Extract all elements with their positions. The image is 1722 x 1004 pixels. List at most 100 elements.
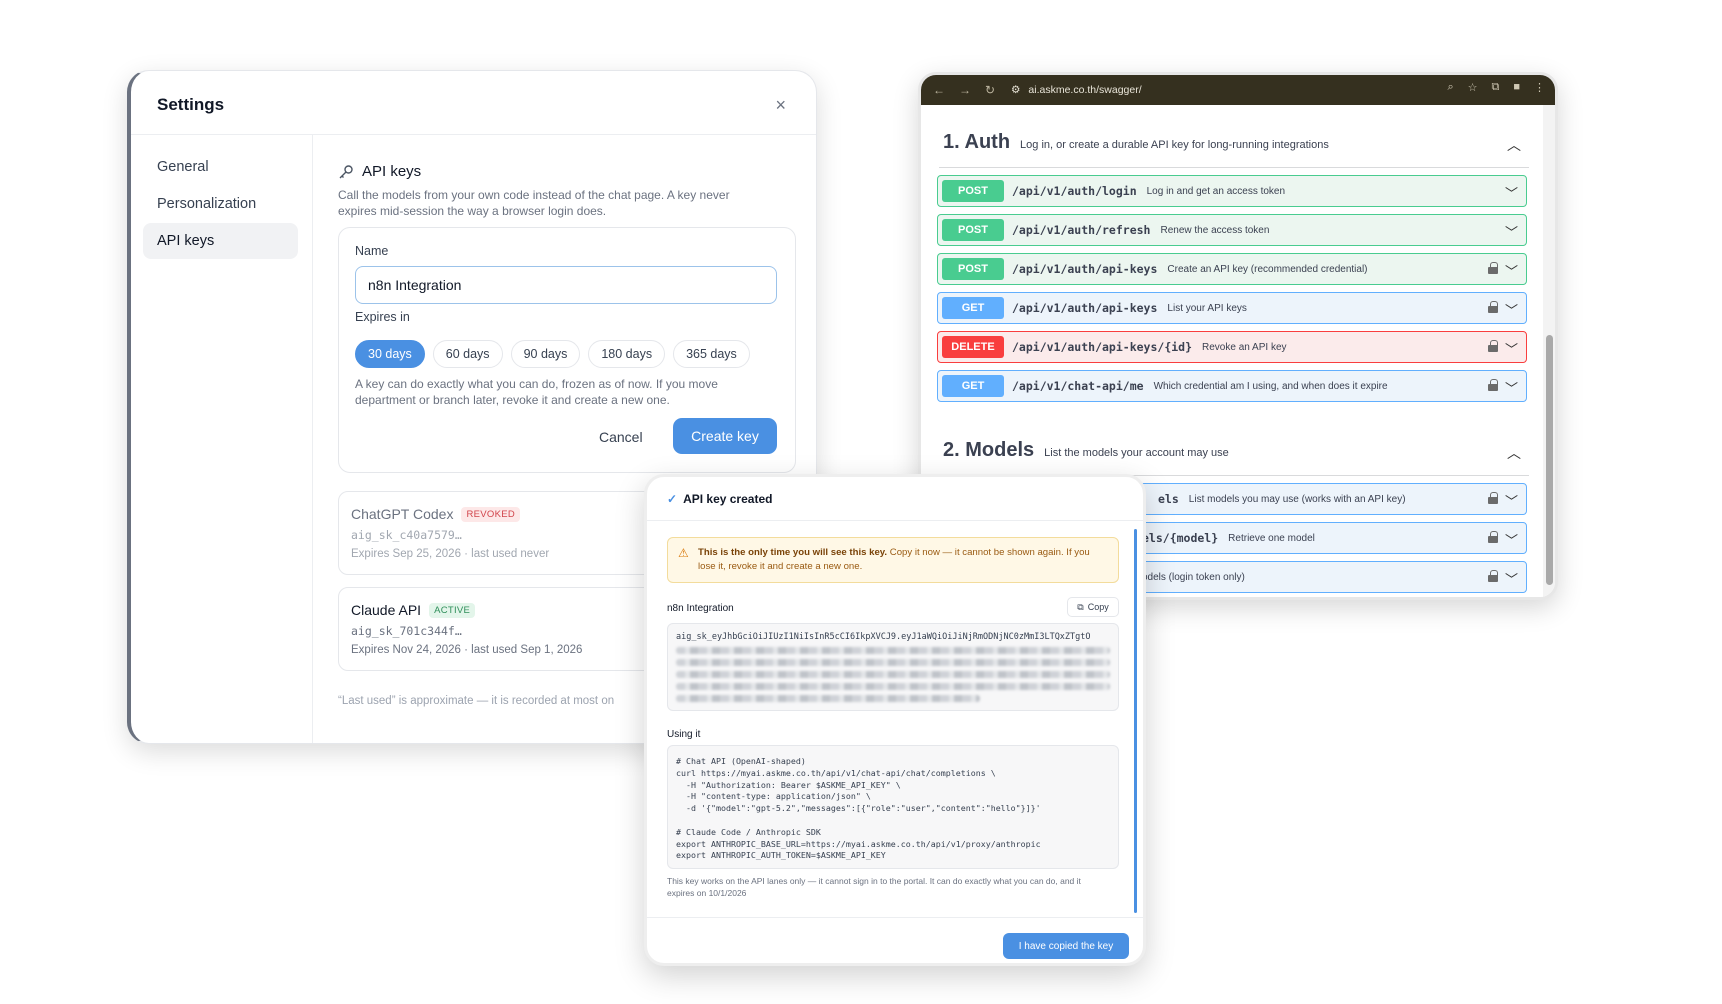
operation-get-api-keys[interactable]: GET /api/v1/auth/api-keys List your API … <box>937 292 1527 324</box>
lock-icon[interactable] <box>1488 492 1498 504</box>
section-title-text: API keys <box>362 163 422 180</box>
lock-icon[interactable] <box>1488 570 1498 582</box>
scrollbar[interactable] <box>1543 105 1555 597</box>
group-divider <box>939 167 1529 168</box>
chevron-down-icon[interactable]: ﹀ <box>1505 300 1518 319</box>
warning-icon: ⚠ <box>678 546 689 560</box>
name-input[interactable] <box>355 266 777 304</box>
modal-title: ✓ API key created <box>667 492 772 506</box>
warning-bold: This is the only time you will see this … <box>698 547 888 558</box>
api-key-created-modal: ✓ API key created ⚠ This is the only tim… <box>644 474 1146 966</box>
operation-delete-api-key[interactable]: DELETE /api/v1/auth/api-keys/{id} Revoke… <box>937 331 1527 363</box>
scrollbar-thumb[interactable] <box>1546 335 1553 585</box>
expires-60-days[interactable]: 60 days <box>432 340 503 368</box>
chevron-down-icon[interactable]: ﹀ <box>1505 569 1518 588</box>
operation-summary: Revoke an API key <box>1202 341 1287 353</box>
copy-button[interactable]: ⧉ Copy <box>1067 597 1119 617</box>
code-line: curl https://myai.askme.co.th/api/v1/cha… <box>676 767 996 778</box>
operation-path: /api/v1/auth/refresh <box>1012 223 1151 237</box>
lock-icon[interactable] <box>1488 340 1498 352</box>
forward-icon[interactable]: → <box>959 83 971 97</box>
operation-path: /api/v1/auth/login <box>1012 184 1137 198</box>
chevron-up-icon[interactable]: ︿ <box>1507 443 1521 463</box>
operation-summary: odels (login token only) <box>1142 571 1245 583</box>
zoom-icon[interactable]: ⌕ <box>1447 81 1453 94</box>
operation-path: /api/v1/chat-api/me <box>1012 379 1144 393</box>
code-line: -d '{"model":"gpt-5.2","messages":[{"rol… <box>676 803 1041 814</box>
group-models-header[interactable]: 2. Models List the models your account m… <box>943 439 1229 462</box>
profile-icon[interactable]: ■ <box>1513 81 1520 94</box>
address-bar[interactable]: ⚙ ai.askme.co.th/swagger/ <box>1011 80 1441 100</box>
group-auth-header[interactable]: 1. Auth Log in, or create a durable API … <box>943 131 1329 154</box>
expires-180-days[interactable]: 180 days <box>588 340 666 368</box>
nav-item-api-keys[interactable]: API keys <box>143 223 298 259</box>
code-line: -H "Authorization: Bearer $ASKME_API_KEY… <box>676 779 901 790</box>
key-name: ChatGPT Codex <box>351 506 454 522</box>
bookmark-star-icon[interactable]: ☆ <box>1468 81 1478 94</box>
operation-post-login[interactable]: POST /api/v1/auth/login Log in and get a… <box>937 175 1527 207</box>
expires-90-days[interactable]: 90 days <box>510 340 581 368</box>
expires-30-days[interactable]: 30 days <box>355 340 425 368</box>
code-line: export ANTHROPIC_AUTH_TOKEN=$ASKME_API_K… <box>676 850 886 861</box>
key-name: Claude API <box>351 602 422 618</box>
lock-icon[interactable] <box>1488 379 1498 391</box>
redacted-line <box>676 695 980 702</box>
redacted-line <box>676 671 1110 678</box>
modal-header: ✓ API key created <box>647 477 1143 521</box>
create-key-button[interactable]: Create key <box>673 418 777 454</box>
name-label: Name <box>355 244 389 258</box>
extensions-icon[interactable]: ⧉ <box>1491 81 1499 94</box>
redacted-line <box>676 659 1110 666</box>
operation-summary: Renew the access token <box>1160 224 1270 236</box>
operation-post-api-keys[interactable]: POST /api/v1/auth/api-keys Create an API… <box>937 253 1527 285</box>
modal-title-text: API key created <box>683 492 773 506</box>
lock-icon[interactable] <box>1488 301 1498 313</box>
redacted-line <box>676 647 1110 654</box>
menu-icon[interactable]: ⋮ <box>1534 81 1545 94</box>
operation-summary: Which credential am I using, and when do… <box>1153 380 1388 392</box>
status-badge: REVOKED <box>461 506 521 522</box>
back-icon[interactable]: ← <box>933 83 945 97</box>
code-line: # Claude Code / Anthropic SDK <box>676 826 821 837</box>
nav-item-general[interactable]: General <box>143 149 298 185</box>
key-icon <box>339 164 353 178</box>
chevron-down-icon[interactable]: ﹀ <box>1505 530 1518 549</box>
method-badge: POST <box>942 180 1004 202</box>
using-it-label: Using it <box>667 729 701 740</box>
lock-icon[interactable] <box>1488 531 1498 543</box>
chevron-down-icon[interactable]: ﹀ <box>1505 491 1518 510</box>
chevron-down-icon[interactable]: ﹀ <box>1505 378 1518 397</box>
copied-key-button[interactable]: I have copied the key <box>1003 933 1129 959</box>
close-icon[interactable]: × <box>775 95 786 116</box>
chevron-down-icon[interactable]: ﹀ <box>1505 339 1518 358</box>
method-badge: GET <box>942 375 1004 397</box>
chevron-down-icon[interactable]: ﹀ <box>1505 183 1518 202</box>
key-label: n8n Integration <box>667 603 734 614</box>
modal-scrollbar[interactable] <box>1134 529 1137 913</box>
chevron-down-icon[interactable]: ﹀ <box>1505 222 1518 241</box>
expires-note: A key can do exactly what you can do, fr… <box>355 377 718 407</box>
cancel-button[interactable]: Cancel <box>589 420 653 454</box>
nav-item-personalization[interactable]: Personalization <box>143 186 298 222</box>
reload-icon[interactable]: ↻ <box>985 83 995 97</box>
lock-icon[interactable] <box>1488 262 1498 274</box>
method-badge: POST <box>942 219 1004 241</box>
operation-summary: Log in and get an access token <box>1146 185 1286 197</box>
chevron-down-icon[interactable]: ﹀ <box>1505 261 1518 280</box>
operation-summary: List models you may use (works with an A… <box>1188 493 1406 505</box>
expires-365-days[interactable]: 365 days <box>673 340 750 368</box>
fine-print: This key works on the API lanes only — i… <box>667 876 1081 898</box>
chevron-up-icon[interactable]: ︿ <box>1507 135 1521 155</box>
api-key-first-line: aig_sk_eyJhbGciOiJIUzI1NiIsInR5cCI6IkpXV… <box>676 632 1091 642</box>
site-info-icon[interactable]: ⚙ <box>1011 84 1020 96</box>
operation-post-refresh[interactable]: POST /api/v1/auth/refresh Renew the acce… <box>937 214 1527 246</box>
usage-code-block[interactable]: # Chat API (OpenAI-shaped) curl https://… <box>667 745 1119 869</box>
expires-options: 30 days 60 days 90 days 180 days 365 day… <box>355 340 750 368</box>
redacted-line <box>676 683 1110 690</box>
operation-get-chat-api-me[interactable]: GET /api/v1/chat-api/me Which credential… <box>937 370 1527 402</box>
method-badge: DELETE <box>942 336 1004 358</box>
code-line: -H "content-type: application/json" \ <box>676 791 871 802</box>
operation-summary: Retrieve one model <box>1228 532 1315 544</box>
api-key-value[interactable]: aig_sk_eyJhbGciOiJIUzI1NiIsInR5cCI6IkpXV… <box>667 623 1119 711</box>
